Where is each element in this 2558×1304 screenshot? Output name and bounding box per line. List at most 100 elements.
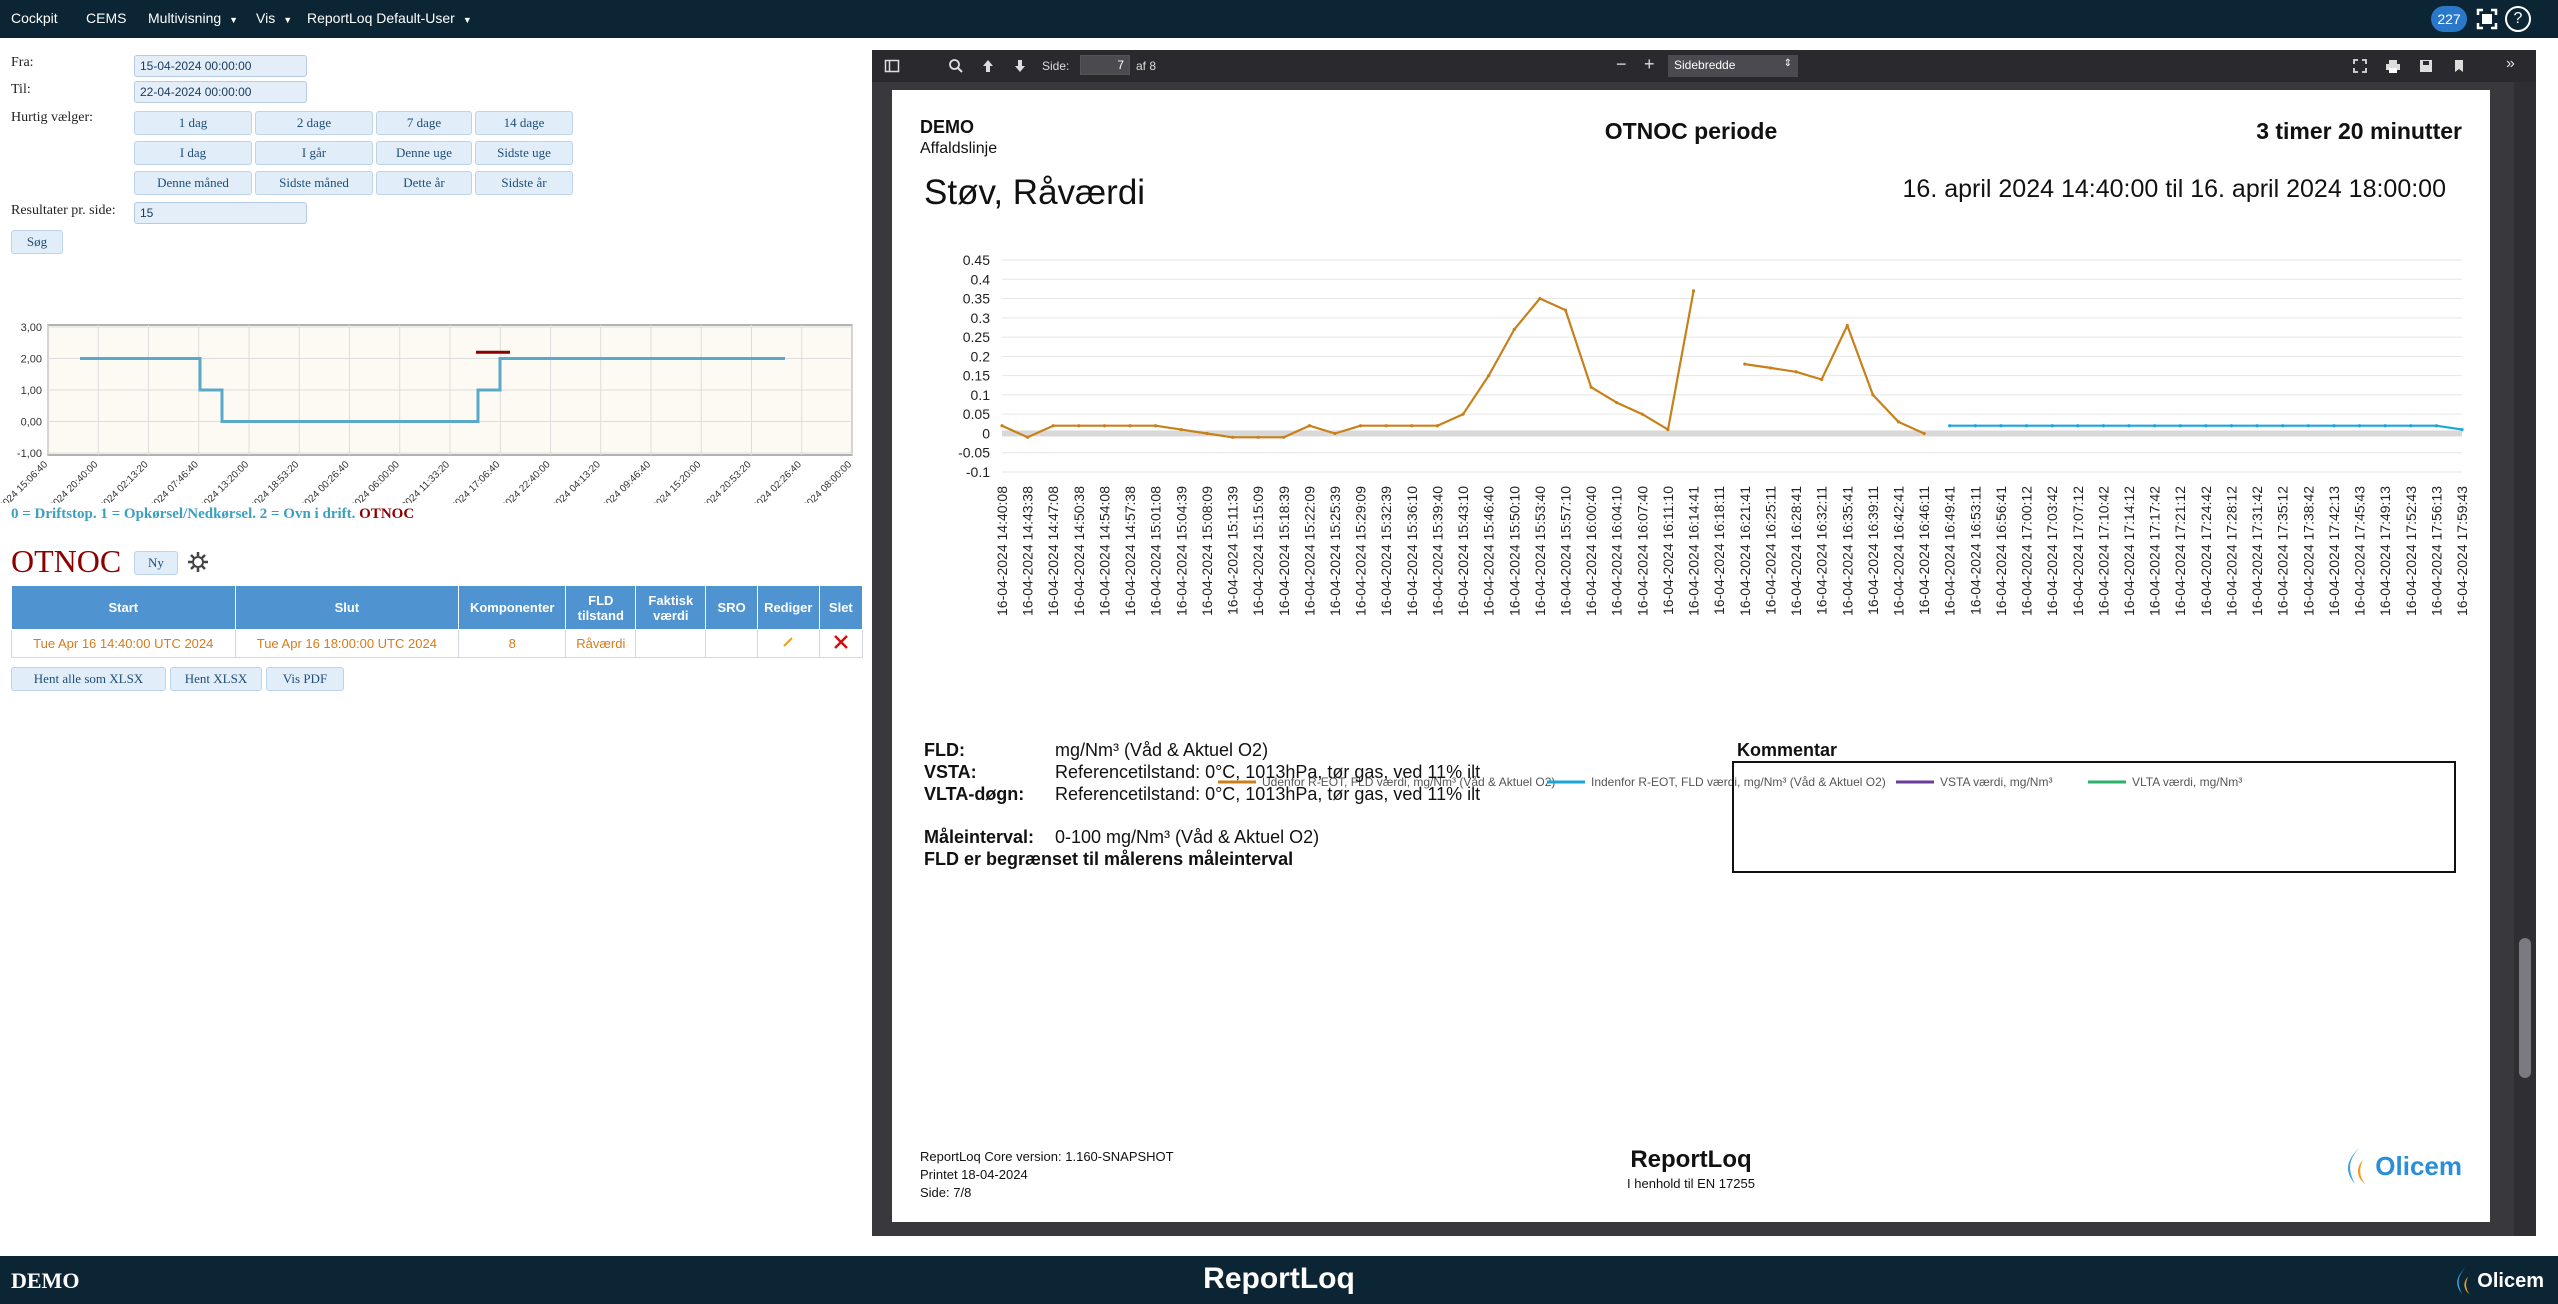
col-fld-state[interactable]: FLD tilstand <box>565 585 637 630</box>
chart-x-tick: 16-04-2024 15:08:09 <box>1199 486 1215 616</box>
pencil-icon[interactable] <box>781 635 795 649</box>
quick-this-month-button[interactable]: Denne måned <box>134 171 252 195</box>
quick-this-week-button[interactable]: Denne uge <box>376 141 472 165</box>
quick-last-week-button[interactable]: Sidste uge <box>475 141 573 165</box>
arrow-down-icon[interactable] <box>1012 58 1028 74</box>
chart-series-line-1 <box>1949 424 2463 431</box>
chart-x-tick: 16-04-2024 14:47:08 <box>1045 486 1061 616</box>
col-components[interactable]: Komponenter <box>458 585 567 630</box>
chart-x-tick: 16-04-2024 14:43:38 <box>1020 486 1036 616</box>
search-icon[interactable] <box>948 58 964 74</box>
chart-x-tick: 16-04-2024 16:11:10 <box>1660 486 1676 615</box>
info-fld-key: FLD: <box>924 740 965 760</box>
chart-y-tick: 0.4 <box>971 271 991 287</box>
chart-x-tick: 16-04-2024 16:56:41 <box>1993 486 2009 616</box>
from-label: Fra: <box>11 55 34 70</box>
chart-x-tick: 16-04-2024 16:28:41 <box>1788 486 1804 616</box>
app-footer: DEMO ReportLoq Olicem <box>0 1256 2558 1304</box>
quick-14-days-button[interactable]: 14 dage <box>475 111 573 135</box>
cell-start: Tue Apr 16 14:40:00 UTC 2024 <box>11 629 236 658</box>
bookmark-icon[interactable] <box>2451 58 2467 74</box>
cell-edit[interactable] <box>756 629 820 658</box>
footer-standard: I henhold til EN 17255 <box>1627 1176 1755 1191</box>
chart-x-tick: 16-04-2024 15:53:40 <box>1532 486 1548 616</box>
notification-badge[interactable]: 227 <box>2431 6 2467 32</box>
quick-last-month-button[interactable]: Sidste måned <box>255 171 373 195</box>
status-legend-otnoc: OTNOC <box>359 506 415 522</box>
nav-multivisning-label: Multivisning <box>148 10 222 26</box>
nav-vis-label: Vis <box>256 10 276 26</box>
quick-7-days-button[interactable]: 7 dage <box>376 111 472 135</box>
results-per-page-field[interactable]: 15 <box>134 202 307 224</box>
download-all-xlsx-button[interactable]: Hent alle som XLSX <box>11 667 166 691</box>
delete-x-icon[interactable] <box>833 634 849 650</box>
info-vlta-key: VLTA-døgn: <box>924 784 1025 804</box>
chart-x-tick: 16-04-2024 15:29:09 <box>1353 486 1369 616</box>
view-pdf-button[interactable]: Vis PDF <box>266 667 344 691</box>
arrow-up-icon[interactable] <box>980 58 996 74</box>
dust-line-chart: 0.45 0.4 0.35 0.3 0.25 0.2 0.15 0.1 0.05 0 -0.05 -0… <box>958 252 2470 789</box>
quick-2-days-button[interactable]: 2 dage <box>255 111 373 135</box>
quick-1-day-button[interactable]: 1 dag <box>134 111 252 135</box>
nav-cockpit[interactable]: Cockpit <box>11 10 58 26</box>
chart-y-tick: 0.35 <box>963 291 990 307</box>
nav-vis[interactable]: Vis ▼ <box>256 10 292 26</box>
status-y-tick: 1,00 <box>21 385 42 397</box>
col-sro[interactable]: SRO <box>705 585 758 630</box>
chevron-updown-icon: ⇕ <box>1783 58 1792 69</box>
nav-multivisning[interactable]: Multivisning ▼ <box>148 10 238 26</box>
zoom-in-icon[interactable]: + <box>1644 54 1655 75</box>
from-date-field[interactable]: 15-04-2024 00:00:00 <box>134 55 307 77</box>
pdf-scrollbar-thumb[interactable] <box>2519 938 2531 1078</box>
chart-x-tick: 16-04-2024 14:50:38 <box>1071 486 1087 616</box>
new-otnoc-button[interactable]: Ny <box>134 551 178 575</box>
status-y-tick: 3,00 <box>21 322 42 334</box>
chart-x-tick: 16-04-2024 15:43:10 <box>1455 486 1471 616</box>
print-icon[interactable] <box>2385 58 2401 74</box>
otnoc-title: OTNOC <box>11 543 122 579</box>
cell-delete[interactable] <box>818 629 864 658</box>
chart-x-tick: 16-04-2024 17:14:12 <box>2121 486 2137 616</box>
chart-x-tick: 16-04-2024 17:52:43 <box>2403 486 2419 616</box>
nav-cems[interactable]: CEMS <box>86 10 126 26</box>
chart-x-tick: 16-04-2024 15:11:39 <box>1225 486 1241 615</box>
download-xlsx-button[interactable]: Hent XLSX <box>170 667 262 691</box>
chart-x-tick: 16-04-2024 15:25:39 <box>1327 486 1343 616</box>
sidebar-toggle-icon[interactable] <box>884 58 900 74</box>
chart-y-tick: -0.1 <box>966 464 990 480</box>
quick-this-year-button[interactable]: Dette år <box>376 171 472 195</box>
quick-last-year-button[interactable]: Sidste år <box>475 171 573 195</box>
gear-icon[interactable] <box>187 551 209 573</box>
col-start[interactable]: Start <box>11 585 236 630</box>
chart-x-tick: 16-04-2024 17:35:12 <box>2275 486 2291 616</box>
page-number-input[interactable]: 7 <box>1080 55 1130 75</box>
chart-x-tick: 16-04-2024 16:53:11 <box>1967 486 1983 615</box>
fullscreen-icon[interactable] <box>2474 6 2500 32</box>
col-actual-value[interactable]: Faktisk værdi <box>635 585 707 630</box>
save-icon[interactable] <box>2418 58 2434 74</box>
tools-menu-icon[interactable]: » <box>2506 55 2515 73</box>
help-icon[interactable]: ? <box>2505 6 2531 32</box>
zoom-select[interactable]: Sidebredde ⇕ <box>1668 55 1798 77</box>
to-date-field[interactable]: 22-04-2024 00:00:00 <box>134 81 307 103</box>
nav-user-menu[interactable]: ReportLoq Default-User ▼ <box>307 10 472 26</box>
chart-x-tick: 16-04-2024 15:01:08 <box>1148 486 1164 616</box>
table-row[interactable]: Tue Apr 16 14:40:00 UTC 2024 Tue Apr 16 … <box>11 629 864 658</box>
chart-x-tick: 16-04-2024 15:46:40 <box>1481 486 1497 616</box>
left-panel: Fra: 15-04-2024 00:00:00 Til: 22-04-2024… <box>0 38 870 1258</box>
col-end[interactable]: Slut <box>234 585 460 630</box>
footer-olicem-logo: Olicem <box>2452 1266 2544 1296</box>
chart-x-tick: 16-04-2024 15:04:39 <box>1173 486 1189 616</box>
search-button[interactable]: Søg <box>11 230 63 254</box>
presentation-mode-icon[interactable] <box>2352 58 2368 74</box>
chart-x-tick: 16-04-2024 15:22:09 <box>1301 486 1317 616</box>
info-vlta-value: Referencetilstand: 0°C, 1013hPa, tør gas… <box>1055 784 1481 804</box>
footer-brand: ReportLoq <box>1630 1146 1752 1173</box>
zoom-out-icon[interactable]: − <box>1616 54 1627 75</box>
quick-today-button[interactable]: I dag <box>134 141 252 165</box>
cell-end: Tue Apr 16 18:00:00 UTC 2024 <box>234 629 460 658</box>
chart-y-tick: 0.05 <box>963 406 990 422</box>
chart-x-tick: 16-04-2024 16:42:41 <box>1890 486 1906 616</box>
quick-yesterday-button[interactable]: I går <box>255 141 373 165</box>
chart-x-tick: 16-04-2024 16:32:11 <box>1814 486 1830 615</box>
